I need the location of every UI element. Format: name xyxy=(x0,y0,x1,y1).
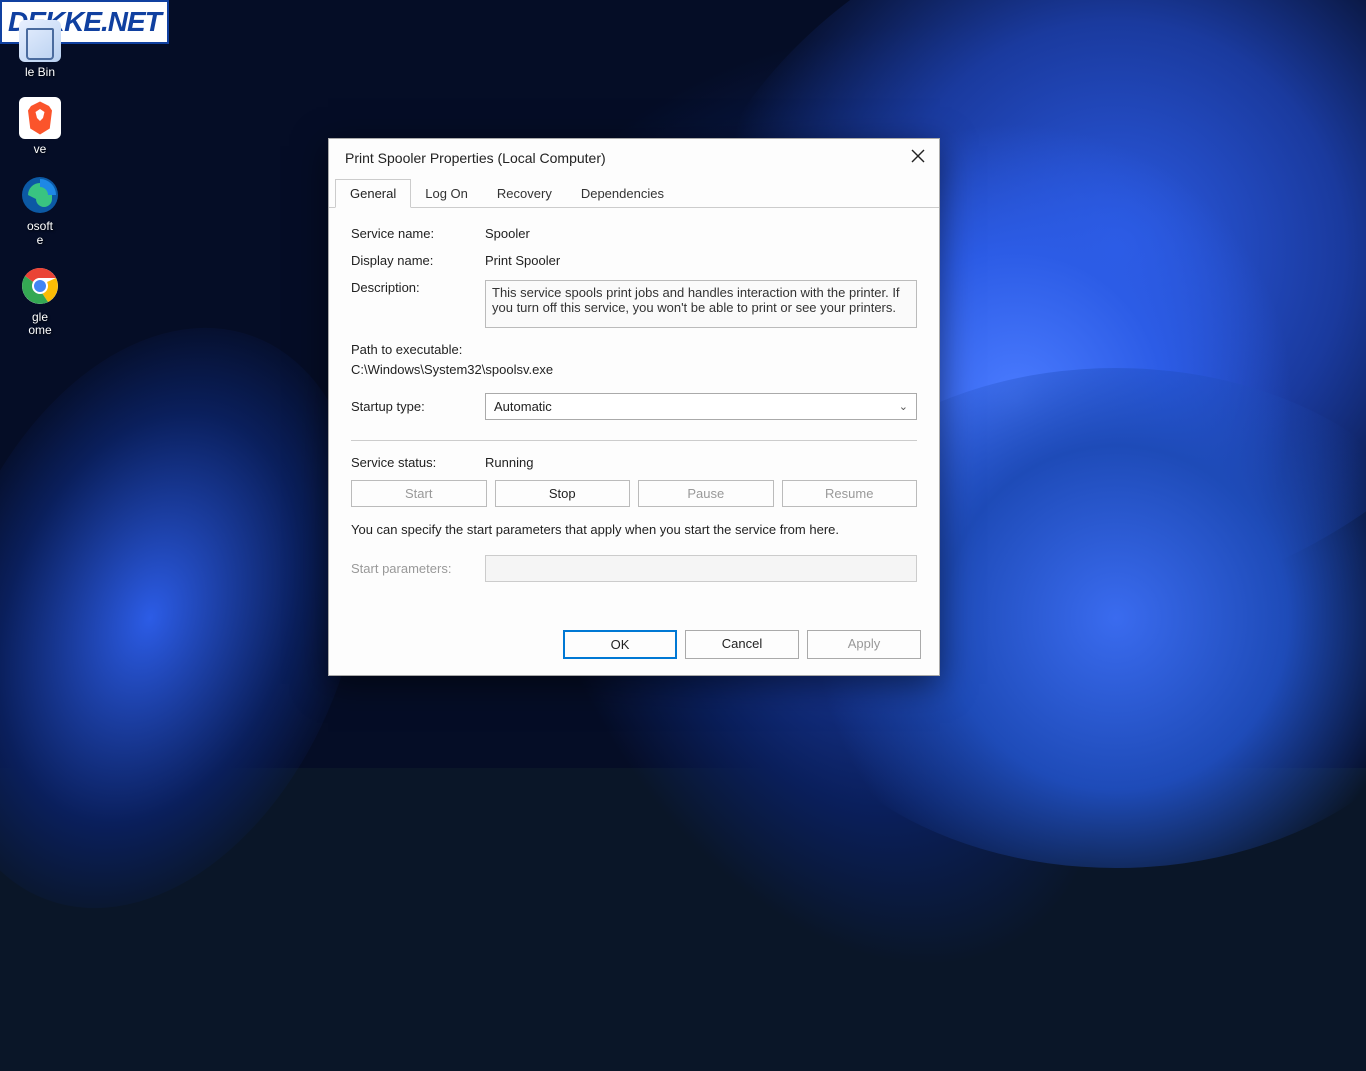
path-block: Path to executable: C:\Windows\System32\… xyxy=(351,340,917,379)
start-params-input xyxy=(485,555,917,582)
display-name-value: Print Spooler xyxy=(485,253,560,268)
service-status-value: Running xyxy=(485,455,533,470)
edge-logo-icon xyxy=(20,175,60,215)
chrome-label: gleome xyxy=(28,311,51,337)
chevron-down-icon: ⌄ xyxy=(899,400,908,413)
brave-logo-icon xyxy=(24,100,56,136)
stop-button[interactable]: Stop xyxy=(495,480,631,507)
close-button[interactable] xyxy=(909,149,927,167)
desktop-icons-column: le Bin ve osofte xyxy=(0,0,80,355)
recycle-bin-icon[interactable]: le Bin xyxy=(0,20,80,79)
description-label: Description: xyxy=(351,280,485,295)
display-name-label: Display name: xyxy=(351,253,485,268)
tab-general[interactable]: General xyxy=(335,179,411,208)
service-status-label: Service status: xyxy=(351,455,485,470)
ok-button[interactable]: OK xyxy=(563,630,677,659)
service-control-buttons: Start Stop Pause Resume xyxy=(351,480,917,507)
startup-type-label: Startup type: xyxy=(351,399,485,414)
edge-browser-icon[interactable]: osofte xyxy=(0,174,80,246)
service-properties-dialog: Print Spooler Properties (Local Computer… xyxy=(328,138,940,676)
separator xyxy=(351,440,917,441)
tab-dependencies[interactable]: Dependencies xyxy=(566,179,679,208)
chrome-logo-icon xyxy=(20,266,60,306)
dialog-title: Print Spooler Properties (Local Computer… xyxy=(345,150,606,166)
start-params-help-text: You can specify the start parameters tha… xyxy=(351,521,917,539)
dialog-titlebar[interactable]: Print Spooler Properties (Local Computer… xyxy=(329,139,939,175)
apply-button: Apply xyxy=(807,630,921,659)
startup-type-select[interactable]: Automatic ⌄ xyxy=(485,393,917,420)
brave-label: ve xyxy=(34,143,47,156)
start-button: Start xyxy=(351,480,487,507)
pause-button: Pause xyxy=(638,480,774,507)
tab-strip: General Log On Recovery Dependencies xyxy=(329,179,939,208)
tab-content-general: Service name: Spooler Display name: Prin… xyxy=(329,208,939,618)
service-name-value: Spooler xyxy=(485,226,530,241)
recycle-bin-label: le Bin xyxy=(25,66,55,79)
path-value: C:\Windows\System32\spoolsv.exe xyxy=(351,360,917,380)
edge-label: osofte xyxy=(27,220,53,246)
path-label: Path to executable: xyxy=(351,340,917,360)
cancel-button[interactable]: Cancel xyxy=(685,630,799,659)
tab-log-on[interactable]: Log On xyxy=(410,179,483,208)
dialog-button-row: OK Cancel Apply xyxy=(329,618,939,675)
close-icon xyxy=(911,149,925,163)
start-params-label: Start parameters: xyxy=(351,561,485,576)
chrome-browser-icon[interactable]: gleome xyxy=(0,265,80,337)
resume-button: Resume xyxy=(782,480,918,507)
description-textbox[interactable]: This service spools print jobs and handl… xyxy=(485,280,917,328)
startup-type-value: Automatic xyxy=(494,399,552,414)
brave-browser-icon[interactable]: ve xyxy=(0,97,80,156)
tab-recovery[interactable]: Recovery xyxy=(482,179,567,208)
service-name-label: Service name: xyxy=(351,226,485,241)
